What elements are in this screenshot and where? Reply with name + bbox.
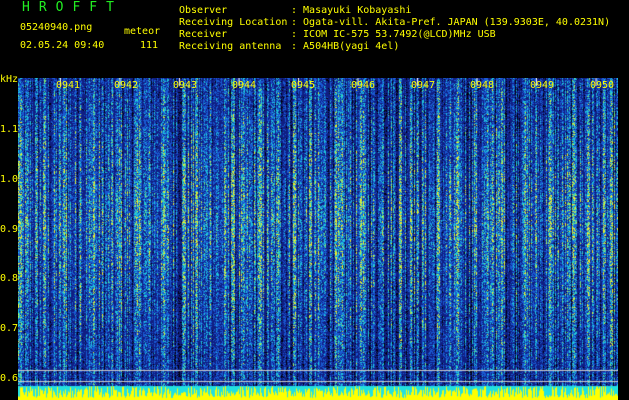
mode-label: meteor	[124, 26, 161, 37]
minute-label: 0942	[114, 80, 139, 91]
minute-label: 0948	[470, 80, 495, 91]
minute-label: 0949	[530, 80, 555, 91]
freq-tick-label: 0.8	[0, 273, 19, 284]
antenna-label: Receiving antenna	[179, 41, 282, 52]
hrofft-screen: HROFFT 05240940.png meteor 02.05.24 09:4…	[0, 0, 629, 400]
meteor-count: 111	[140, 40, 159, 51]
freq-tick-label: 0.6	[0, 373, 19, 384]
minute-label: 0947	[411, 80, 436, 91]
freq-tick-label: 0.7	[0, 323, 19, 334]
minute-label: 0944	[232, 80, 257, 91]
minute-label: 0950	[590, 80, 615, 91]
freq-tick-label: 0.9	[0, 224, 19, 235]
observer-label: Observer	[179, 5, 228, 16]
freq-tick-label: 1.0	[0, 174, 19, 185]
date-time: 02.05.24 09:40	[20, 40, 105, 51]
file-name: 05240940.png	[20, 22, 93, 33]
freq-tick-label: 1.1	[0, 124, 19, 135]
freq-unit-label: kHz	[0, 74, 19, 85]
spectrogram-canvas	[18, 78, 618, 400]
receiver-label: Receiver	[179, 29, 228, 40]
minute-label: 0946	[351, 80, 376, 91]
minute-label: 0945	[291, 80, 316, 91]
app-brand: HROFFT	[22, 0, 123, 15]
location-label: Receiving Location	[179, 17, 288, 28]
minute-label: 0943	[173, 80, 198, 91]
antenna-value: : A504HB(yagi 4el)	[291, 41, 400, 52]
observer-value: : Masayuki Kobayashi	[291, 5, 412, 16]
receiver-value: : ICOM IC-575 53.7492(@LCD)MHz USB	[291, 29, 496, 40]
minute-label: 0941	[56, 80, 81, 91]
location-value: : Ogata-vill. Akita-Pref. JAPAN (139.930…	[291, 17, 611, 28]
